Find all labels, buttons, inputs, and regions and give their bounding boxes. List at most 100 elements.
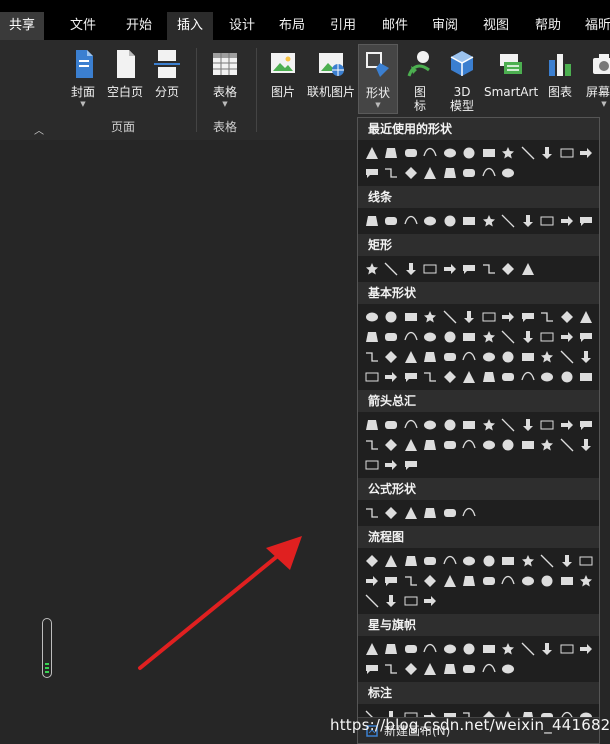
shape-option[interactable]	[382, 639, 402, 659]
shapes-button[interactable]: 形状 ▼	[358, 44, 398, 114]
shape-option[interactable]	[518, 639, 538, 659]
shape-option[interactable]	[460, 435, 480, 455]
screenshot-button[interactable]: 屏幕截 ▼	[580, 48, 610, 109]
shape-option[interactable]	[401, 163, 421, 183]
shape-option[interactable]	[401, 551, 421, 571]
shape-option[interactable]	[460, 571, 480, 591]
shape-option[interactable]	[421, 415, 441, 435]
shape-option[interactable]	[577, 327, 597, 347]
shape-option[interactable]	[401, 307, 421, 327]
shape-option[interactable]	[479, 347, 499, 367]
shape-option[interactable]	[421, 211, 441, 231]
shape-option[interactable]	[479, 571, 499, 591]
shape-option[interactable]	[362, 571, 382, 591]
shape-option[interactable]	[538, 571, 558, 591]
shape-option[interactable]	[557, 639, 577, 659]
shape-option[interactable]	[538, 367, 558, 387]
shape-option[interactable]	[440, 435, 460, 455]
shape-option[interactable]	[440, 143, 460, 163]
shape-option[interactable]	[382, 211, 402, 231]
shape-option[interactable]	[362, 307, 382, 327]
picture-button[interactable]: 图片	[264, 48, 302, 99]
shape-option[interactable]	[577, 211, 597, 231]
shape-option[interactable]	[421, 367, 441, 387]
shape-option[interactable]	[401, 591, 421, 611]
quick-access-icon[interactable]	[140, 0, 152, 6]
shape-option[interactable]	[577, 307, 597, 327]
shape-option[interactable]	[362, 591, 382, 611]
shape-option[interactable]	[460, 659, 480, 679]
shape-option[interactable]	[557, 327, 577, 347]
shape-option[interactable]	[382, 143, 402, 163]
shape-option[interactable]	[421, 571, 441, 591]
shape-option[interactable]	[538, 639, 558, 659]
shape-option[interactable]	[382, 591, 402, 611]
shape-option[interactable]	[401, 143, 421, 163]
shape-option[interactable]	[479, 211, 499, 231]
shape-option[interactable]	[460, 211, 480, 231]
online-picture-button[interactable]: 联机图片	[304, 48, 358, 99]
shape-option[interactable]	[518, 551, 538, 571]
shape-option[interactable]	[362, 259, 382, 279]
shape-option[interactable]	[401, 435, 421, 455]
shape-option[interactable]	[440, 163, 460, 183]
shape-option[interactable]	[577, 435, 597, 455]
shape-option[interactable]	[460, 143, 480, 163]
tab-file[interactable]: 文件	[64, 12, 102, 40]
shape-option[interactable]	[382, 455, 402, 475]
shape-option[interactable]	[577, 415, 597, 435]
shape-option[interactable]	[382, 163, 402, 183]
shape-option[interactable]	[401, 415, 421, 435]
shape-option[interactable]	[518, 211, 538, 231]
tab-references[interactable]: 引用	[323, 12, 363, 40]
shape-option[interactable]	[557, 571, 577, 591]
shape-option[interactable]	[440, 639, 460, 659]
shape-option[interactable]	[518, 327, 538, 347]
shape-option[interactable]	[479, 415, 499, 435]
shape-option[interactable]	[440, 551, 460, 571]
shape-option[interactable]	[557, 347, 577, 367]
shape-option[interactable]	[499, 327, 519, 347]
smartart-button[interactable]: SmartArt	[484, 48, 538, 99]
shape-option[interactable]	[499, 659, 519, 679]
shape-option[interactable]	[401, 503, 421, 523]
shape-option[interactable]	[499, 143, 519, 163]
tab-insert[interactable]: 插入	[167, 12, 213, 40]
shape-option[interactable]	[479, 163, 499, 183]
tab-help[interactable]: 帮助	[528, 12, 568, 40]
shape-option[interactable]	[460, 367, 480, 387]
tab-layout[interactable]: 布局	[272, 12, 312, 40]
shape-option[interactable]	[499, 415, 519, 435]
shape-option[interactable]	[440, 503, 460, 523]
shape-option[interactable]	[518, 415, 538, 435]
shape-option[interactable]	[479, 327, 499, 347]
shape-option[interactable]	[557, 307, 577, 327]
shape-option[interactable]	[382, 551, 402, 571]
shape-option[interactable]	[518, 435, 538, 455]
shape-option[interactable]	[460, 347, 480, 367]
shape-option[interactable]	[382, 259, 402, 279]
shape-option[interactable]	[460, 551, 480, 571]
shape-option[interactable]	[460, 307, 480, 327]
shape-option[interactable]	[499, 571, 519, 591]
shape-option[interactable]	[460, 415, 480, 435]
shape-option[interactable]	[362, 659, 382, 679]
shape-option[interactable]	[499, 367, 519, 387]
shape-option[interactable]	[362, 163, 382, 183]
shape-option[interactable]	[499, 211, 519, 231]
shape-option[interactable]	[577, 143, 597, 163]
shape-option[interactable]	[421, 551, 441, 571]
shape-option[interactable]	[362, 367, 382, 387]
shape-option[interactable]	[538, 327, 558, 347]
shape-option[interactable]	[362, 347, 382, 367]
shape-option[interactable]	[538, 143, 558, 163]
shape-option[interactable]	[421, 143, 441, 163]
shape-option[interactable]	[479, 639, 499, 659]
shape-option[interactable]	[440, 659, 460, 679]
shape-option[interactable]	[460, 259, 480, 279]
shape-option[interactable]	[362, 435, 382, 455]
shape-option[interactable]	[401, 327, 421, 347]
shape-option[interactable]	[362, 327, 382, 347]
3d-model-button[interactable]: 3D 模型	[442, 48, 482, 113]
shape-option[interactable]	[440, 367, 460, 387]
